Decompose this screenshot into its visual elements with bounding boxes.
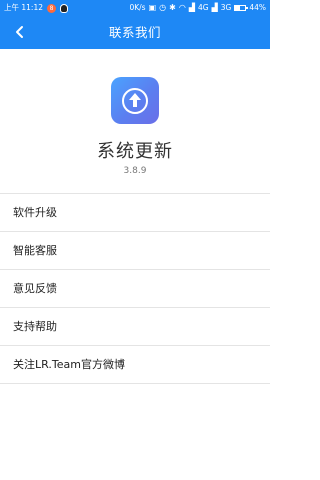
menu-item-smart-support[interactable]: 智能客服 [0, 232, 270, 270]
qq-icon [60, 3, 68, 13]
nfc-icon: ▣ [148, 3, 157, 12]
signal-icon-2: ▟ [211, 3, 218, 12]
app-name: 系统更新 [97, 141, 173, 162]
status-right: 0K/s ▣ ◷ ✱ ◠ ▟ 4G ▟ 3G 44% [129, 0, 266, 16]
menu-item-follow-weibo[interactable]: 关注LR.Team官方微博 [0, 346, 270, 384]
menu-item-feedback[interactable]: 意见反馈 [0, 270, 270, 308]
alarm-icon: ◷ [159, 3, 167, 12]
chevron-left-icon [16, 26, 23, 38]
upload-arrow-icon [122, 87, 148, 114]
battery-percent: 44% [249, 3, 266, 12]
status-time: 上午 11:12 [4, 3, 43, 12]
battery-fill [235, 6, 240, 10]
signal-4g-label: 4G [197, 3, 209, 12]
menu-item-software-upgrade[interactable]: 软件升级 [0, 194, 270, 232]
signal-3g-label: 3G [220, 3, 232, 12]
signal-icon: ▟ [188, 3, 195, 12]
battery-icon [234, 5, 249, 11]
status-left: 上午 11:12 8 [4, 0, 68, 16]
bluetooth-icon: ✱ [169, 3, 176, 12]
wifi-icon: ◠ [178, 3, 186, 12]
menu-list: 软件升级 智能客服 意见反馈 支持帮助 关注LR.Team官方微博 [0, 193, 270, 384]
network-speed: 0K/s [129, 3, 146, 12]
app-bar: 联系我们 [0, 16, 270, 49]
status-bar: 上午 11:12 8 0K/s ▣ ◷ ✱ ◠ ▟ 4G ▟ 3G 44% [0, 0, 270, 16]
back-button[interactable] [6, 19, 34, 45]
app-logo [111, 77, 159, 124]
app-version: 3.8.9 [123, 166, 147, 176]
notification-badge: 8 [47, 3, 56, 13]
page-title: 联系我们 [108, 25, 161, 40]
menu-item-help[interactable]: 支持帮助 [0, 308, 270, 346]
